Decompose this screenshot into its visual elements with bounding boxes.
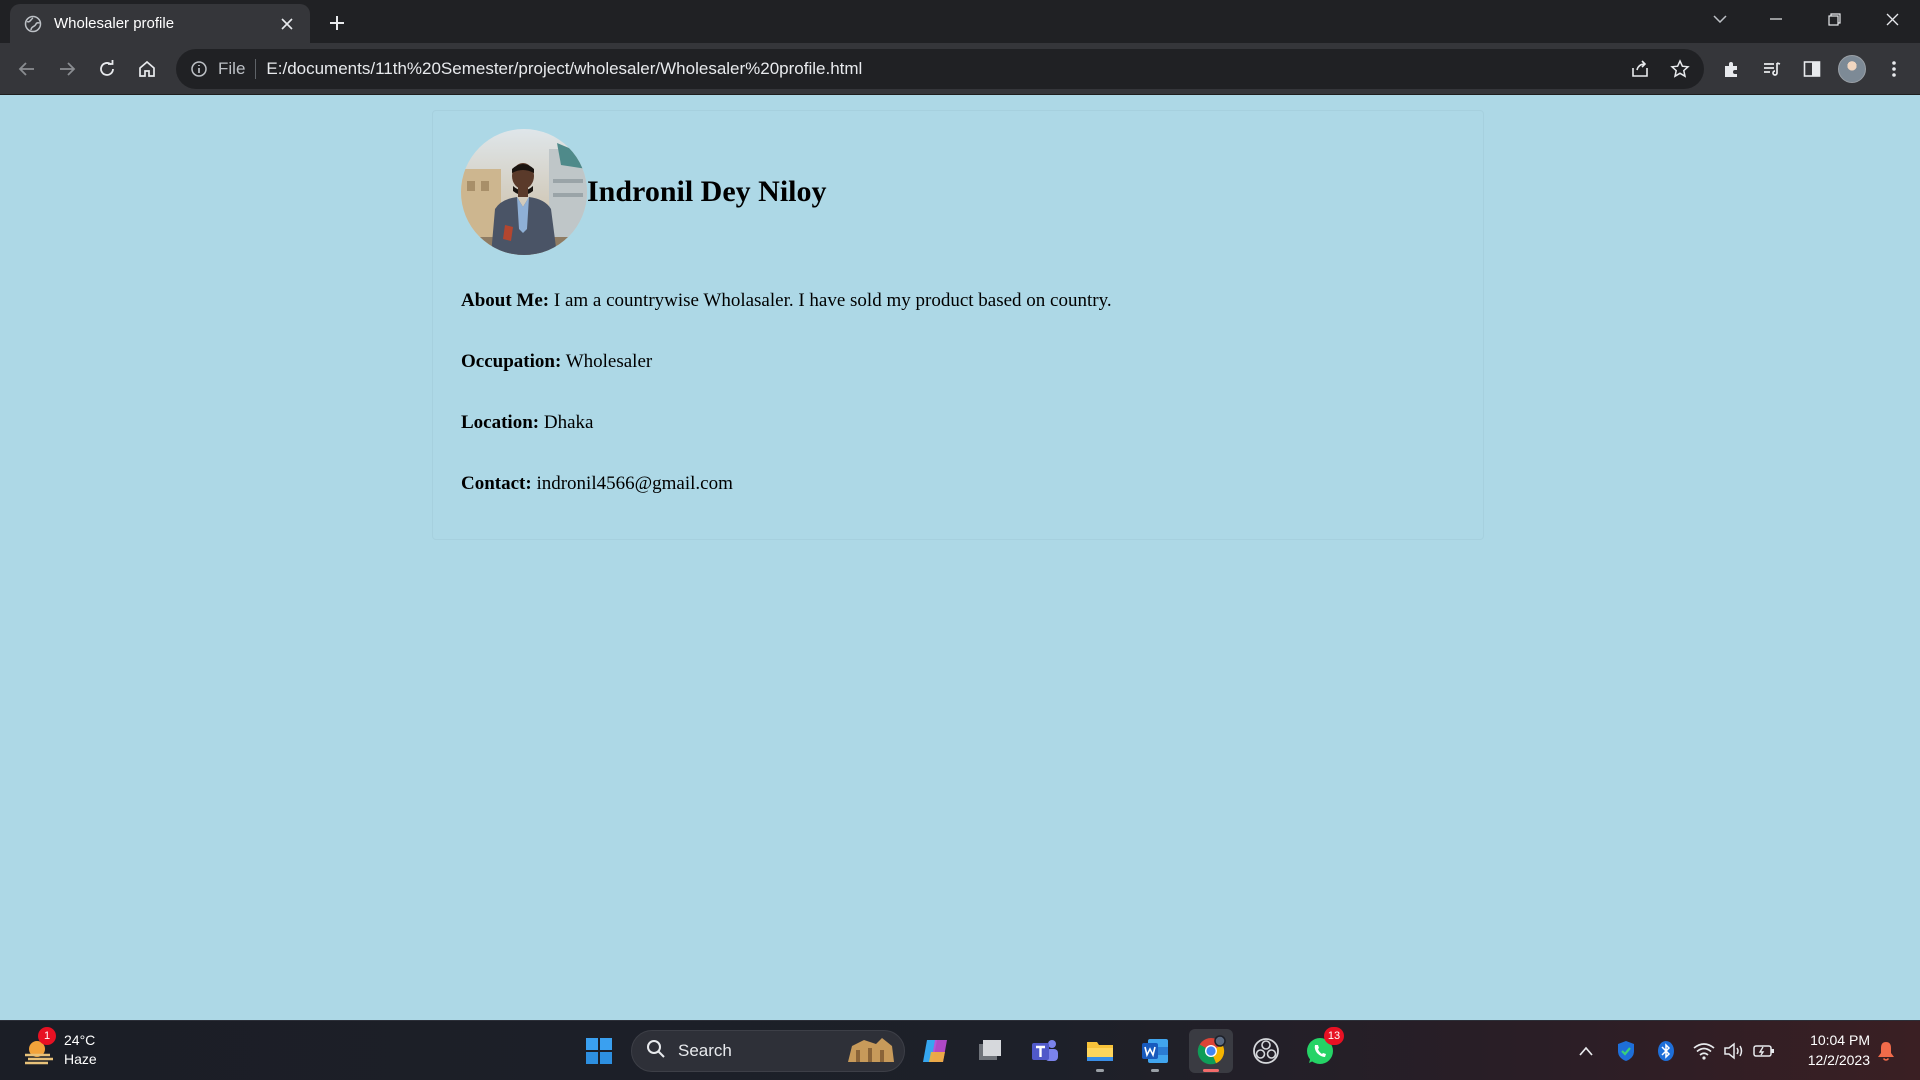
file-explorer-running-indicator [1096, 1069, 1104, 1072]
start-button[interactable] [577, 1029, 621, 1073]
location-field: Location: Dhaka [461, 411, 1455, 435]
battery-icon[interactable] [1752, 1039, 1776, 1063]
security-shield-icon[interactable] [1614, 1039, 1638, 1063]
profile-avatar[interactable] [1837, 54, 1867, 84]
search-label: Search [678, 1041, 732, 1060]
word-running-indicator [1151, 1069, 1159, 1072]
bookmark-star-icon[interactable] [1668, 57, 1692, 81]
globe-icon [24, 15, 42, 33]
extensions-icon[interactable] [1717, 54, 1747, 84]
location-label: Location: [461, 412, 540, 433]
side-panel-icon[interactable] [1797, 54, 1827, 84]
browser-menu-icon[interactable] [1879, 54, 1909, 84]
word-icon[interactable] [1133, 1029, 1177, 1073]
close-window-button[interactable] [1864, 0, 1920, 38]
teams-icon[interactable] [1023, 1029, 1067, 1073]
profile-name: Indronil Dey Niloy [587, 175, 827, 208]
taskbar: 1 24°C Haze Search 13 10:04 PM 12/2/2023 [0, 1020, 1920, 1080]
system-clock[interactable]: 10:04 PM 12/2/2023 [1790, 1030, 1870, 1070]
address-bar[interactable]: File E:/documents/11th%20Semester/projec… [176, 49, 1704, 89]
about-me-label: About Me: [461, 290, 550, 311]
new-tab-button[interactable] [324, 10, 350, 36]
obs-icon[interactable] [1244, 1029, 1288, 1073]
task-view-icon[interactable] [968, 1029, 1012, 1073]
occupation-label: Occupation: [461, 351, 562, 372]
volume-icon[interactable] [1722, 1039, 1746, 1063]
minimize-button[interactable] [1748, 0, 1804, 38]
omnibox-divider [255, 59, 257, 79]
forward-button[interactable] [52, 54, 82, 84]
profile-photo [461, 129, 587, 255]
chrome-active-indicator [1203, 1069, 1219, 1072]
about-me-value: I am a countrywise Wholasaler. I have so… [553, 290, 1112, 311]
weather-widget[interactable]: 1 24°C Haze [22, 1027, 97, 1069]
weather-badge: 1 [38, 1027, 56, 1045]
contact-label: Contact: [461, 473, 532, 494]
share-icon[interactable] [1628, 57, 1652, 81]
copilot-icon[interactable] [914, 1029, 958, 1073]
weather-condition: Haze [64, 1051, 97, 1067]
notification-bell-icon[interactable] [1874, 1039, 1898, 1063]
close-tab-icon[interactable] [278, 15, 296, 33]
restore-button[interactable] [1806, 0, 1862, 38]
reading-list-icon[interactable] [1757, 54, 1787, 84]
home-button[interactable] [132, 54, 162, 84]
url-scheme-label: File [218, 59, 246, 78]
taskbar-search[interactable]: Search [631, 1030, 905, 1072]
url-text[interactable]: E:/documents/11th%20Semester/project/who… [266, 59, 862, 79]
whatsapp-icon[interactable]: 13 [1298, 1027, 1344, 1073]
about-me-field: About Me: I am a countrywise Wholasaler.… [461, 289, 1455, 313]
bluetooth-icon[interactable] [1654, 1039, 1678, 1063]
contact-value: indronil4566@gmail.com [536, 473, 733, 494]
browser-tab[interactable]: Wholesaler profile [10, 4, 310, 43]
browser-toolbar: File E:/documents/11th%20Semester/projec… [0, 43, 1920, 95]
profile-header: Indronil Dey Niloy [461, 129, 1455, 255]
browser-tab-strip: Wholesaler profile [0, 0, 1920, 43]
wifi-icon[interactable] [1692, 1039, 1716, 1063]
clock-time: 10:04 PM [1810, 1032, 1870, 1048]
search-icon [646, 1039, 666, 1064]
tab-title: Wholesaler profile [54, 15, 175, 32]
tab-search-icon[interactable] [1692, 0, 1748, 38]
page-content: Indronil Dey Niloy About Me: I am a coun… [0, 96, 1920, 1020]
location-value: Dhaka [543, 412, 594, 433]
profile-card: Indronil Dey Niloy About Me: I am a coun… [432, 110, 1484, 540]
clock-date: 12/2/2023 [1807, 1052, 1870, 1068]
occupation-field: Occupation: Wholesaler [461, 350, 1455, 374]
back-button[interactable] [12, 54, 42, 84]
search-highlight-icon [842, 1034, 898, 1069]
contact-field: Contact: indronil4566@gmail.com [461, 472, 1455, 496]
weather-temperature: 24°C [64, 1032, 96, 1048]
show-hidden-icons-icon[interactable] [1574, 1039, 1598, 1063]
whatsapp-badge: 13 [1324, 1027, 1344, 1045]
chrome-icon[interactable] [1189, 1029, 1233, 1073]
weather-haze-icon: 1 [22, 1027, 56, 1067]
reload-button[interactable] [92, 54, 122, 84]
occupation-value: Wholesaler [565, 351, 653, 372]
file-explorer-icon[interactable] [1078, 1029, 1122, 1073]
site-info-icon[interactable] [190, 60, 208, 78]
